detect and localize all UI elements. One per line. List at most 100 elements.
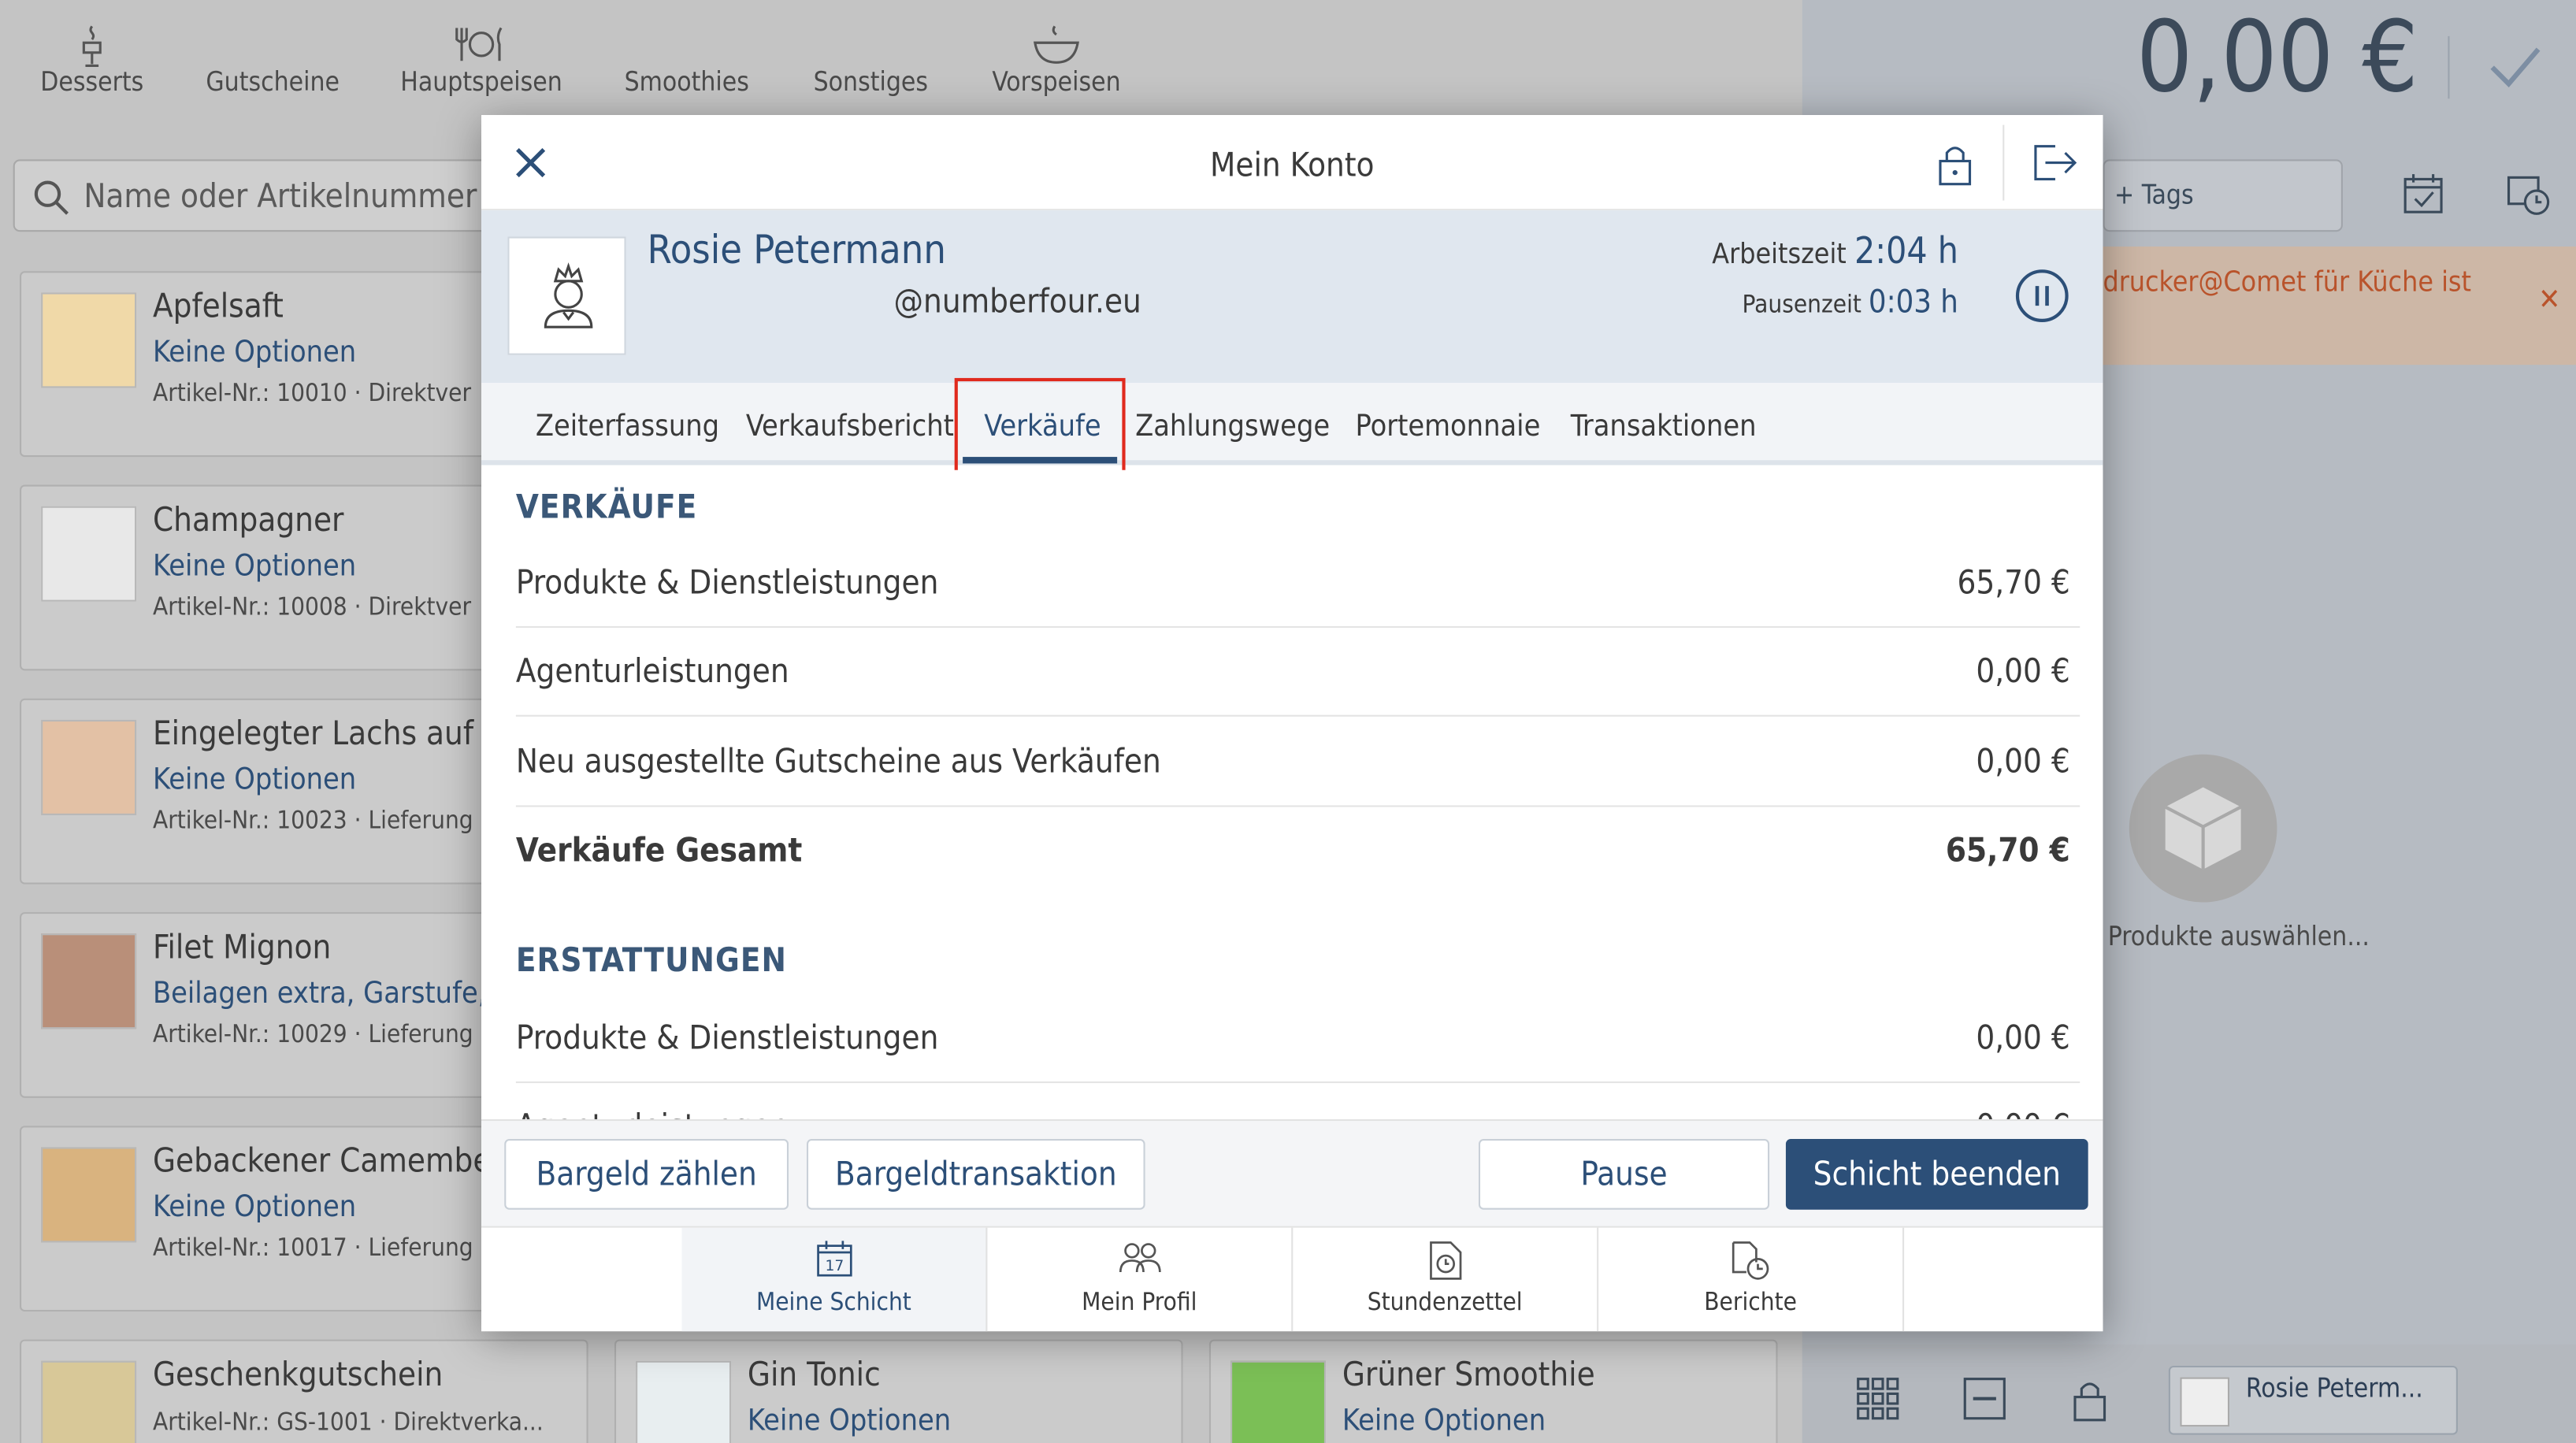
product-card[interactable]: Filet Mignon Beilagen extra, Garstufe, :… <box>20 912 562 1098</box>
pause-time-value: 0:03 h <box>1868 284 1958 321</box>
highlight-box <box>954 377 1126 477</box>
check-icon[interactable] <box>2487 43 2543 98</box>
row-value: 65,70 € <box>1945 829 2070 870</box>
search-icon <box>32 177 71 223</box>
row-value: 0,00 € <box>1976 651 2070 691</box>
nav-timesheet[interactable]: Stundenzettel <box>1293 1227 1599 1332</box>
users-icon <box>2180 1377 2230 1427</box>
timesheet-icon <box>1293 1228 1597 1287</box>
close-icon[interactable]: ✕ <box>2538 283 2560 317</box>
lock-icon[interactable] <box>2072 1378 2108 1430</box>
logout-icon[interactable] <box>2032 143 2078 189</box>
grid-icon[interactable] <box>1857 1378 1899 1427</box>
category-label: Vorspeisen <box>992 65 1121 98</box>
row-label: Agenturleistungen <box>515 651 789 691</box>
product-image <box>41 1147 137 1243</box>
category-sonstiges[interactable]: Sonstiges <box>808 0 933 132</box>
divider <box>2448 35 2450 99</box>
row-value: 0,00 € <box>1976 1017 2070 1057</box>
lock-icon[interactable] <box>1937 141 1973 194</box>
category-hauptspeisen[interactable]: Hauptspeisen <box>395 0 569 132</box>
waiter-icon <box>544 262 593 328</box>
product-card[interactable]: Champagner Keine Optionen Artikel-Nr.: 1… <box>20 484 562 671</box>
dialog-title: Mein Konto <box>1209 144 1375 184</box>
sales-row: Produkte & Dienstleistungen 65,70 € <box>515 539 2080 629</box>
product-card[interactable]: Geschenkgutschein Artikel-Nr.: GS-1001 ·… <box>20 1339 588 1443</box>
dialog-header: Mein Konto <box>481 115 2103 211</box>
product-name: Gebackener Camember <box>152 1141 503 1181</box>
nav-my-profile[interactable]: Mein Profil <box>987 1227 1294 1332</box>
user-chip[interactable]: Rosie Peterm... <box>2168 1365 2458 1435</box>
nav-reports[interactable]: Berichte <box>1598 1227 1905 1332</box>
category-smoothies[interactable]: Smoothies <box>618 0 755 132</box>
user-email: @numberfour.eu <box>893 280 1141 321</box>
calendar-clock-icon[interactable] <box>2505 171 2551 224</box>
category-label: Sonstiges <box>813 65 929 98</box>
tags-button[interactable]: + Tags <box>2103 159 2343 232</box>
category-desserts[interactable]: Desserts <box>36 0 148 132</box>
product-card[interactable]: Apfelsaft Keine Optionen Artikel-Nr.: 10… <box>20 271 562 458</box>
product-article: Artikel-Nr.: 10029 · Lieferung <box>152 1018 473 1049</box>
row-label: Agenturleistungen <box>516 1106 789 1119</box>
pause-time-label: Pausenzeit <box>1742 289 1861 319</box>
category-label: Gutscheine <box>206 65 340 98</box>
product-image <box>41 1360 137 1443</box>
product-card[interactable]: Gebackener Camember Keine Optionen Artik… <box>20 1126 562 1312</box>
pause-icon[interactable] <box>2015 269 2069 322</box>
tags-label: + Tags <box>2114 179 2194 211</box>
work-time-label: Arbeitszeit <box>1712 238 1847 272</box>
refund-row: Produkte & Dienstleistungen 0,00 € <box>515 994 2080 1084</box>
product-name: Gin Tonic <box>747 1354 881 1394</box>
product-article: Artikel-Nr.: 10017 · Lieferung <box>152 1232 473 1263</box>
category-label: Hauptspeisen <box>400 65 562 98</box>
cash-transaction-button[interactable]: Bargeldtransaktion <box>806 1139 1145 1210</box>
row-label: Neu ausgestellte Gutscheine aus Verkäufe… <box>515 741 1161 781</box>
account-dialog: Mein Konto Rosie Petermann @numberfour.e… <box>481 115 2103 1332</box>
product-card[interactable]: Grüner Smoothie Keine Optionen <box>1208 1339 1778 1443</box>
product-image <box>41 292 137 388</box>
tab-verkaufsbericht[interactable]: Verkaufsbericht <box>746 410 954 444</box>
row-label: Verkäufe Gesamt <box>515 829 803 870</box>
category-vorspeisen[interactable]: Vorspeisen <box>985 0 1127 132</box>
printer-alert: drucker@Comet für Küche ist ✕ <box>2103 246 2576 365</box>
sales-row: Neu ausgestellte Gutscheine aus Verkäufe… <box>515 718 2080 807</box>
refund-row: Agenturleistungen 0,00 € <box>516 1083 2080 1119</box>
product-card[interactable]: Eingelegter Lachs auf E Keine Optionen A… <box>20 698 562 885</box>
tab-transaktionen[interactable]: Transaktionen <box>1571 410 1757 444</box>
product-card[interactable]: Gin Tonic Keine Optionen <box>614 1339 1183 1443</box>
nav-my-shift[interactable]: 17 Meine Schicht <box>681 1227 988 1332</box>
search-input[interactable]: Name oder Artikelnummer ei <box>13 159 513 232</box>
user-profile-header: Rosie Petermann @numberfour.eu Arbeitsze… <box>481 210 2103 384</box>
product-options: Keine Optionen <box>152 335 357 370</box>
sales-total-row: Verkäufe Gesamt 65,70 € <box>516 807 2080 896</box>
calendar-check-icon[interactable] <box>2402 171 2444 224</box>
users-icon <box>987 1228 1291 1287</box>
work-time: Arbeitszeit 2:04 h <box>1712 232 1958 273</box>
minus-icon[interactable] <box>1963 1378 2006 1427</box>
product-image <box>41 506 137 602</box>
end-shift-button[interactable]: Schicht beenden <box>1785 1139 2088 1210</box>
tab-zeiterfassung[interactable]: Zeiterfassung <box>536 410 719 444</box>
product-article: Artikel-Nr.: 10023 · Lieferung <box>152 805 473 835</box>
count-cash-button[interactable]: Bargeld zählen <box>504 1139 789 1210</box>
bottom-nav: 17 Meine Schicht Mein Profil Stundenzett… <box>481 1227 2103 1332</box>
account-tabs: Zeiterfassung Verkaufsbericht Verkäufe Z… <box>481 377 2103 477</box>
cutlery-icon <box>395 0 569 65</box>
user-chip-label: Rosie Peterm... <box>2245 1372 2423 1404</box>
section-heading-sales: VERKÄUFE <box>515 486 698 526</box>
nav-label: Stundenzettel <box>1367 1286 1523 1317</box>
row-value: 0,00 € <box>1976 741 2070 781</box>
tab-zahlungswege[interactable]: Zahlungswege <box>1135 410 1330 444</box>
product-image <box>1230 1360 1326 1443</box>
reports-icon <box>1598 1228 1902 1287</box>
product-options: Keine Optionen <box>152 1189 357 1225</box>
section-heading-refunds: ERSTATTUNGEN <box>515 940 787 980</box>
voucher-icon <box>197 0 348 65</box>
avatar <box>507 236 626 355</box>
category-gutscheine[interactable]: Gutscheine <box>197 0 348 132</box>
pause-button[interactable]: Pause <box>1478 1139 1770 1210</box>
tab-portemonnaie[interactable]: Portemonnaie <box>1356 410 1541 444</box>
bowl-icon <box>985 0 1127 65</box>
product-options: Beilagen extra, Garstufe, : <box>152 976 504 1011</box>
sales-content: VERKÄUFE Produkte & Dienstleistungen 65,… <box>481 469 2103 1119</box>
